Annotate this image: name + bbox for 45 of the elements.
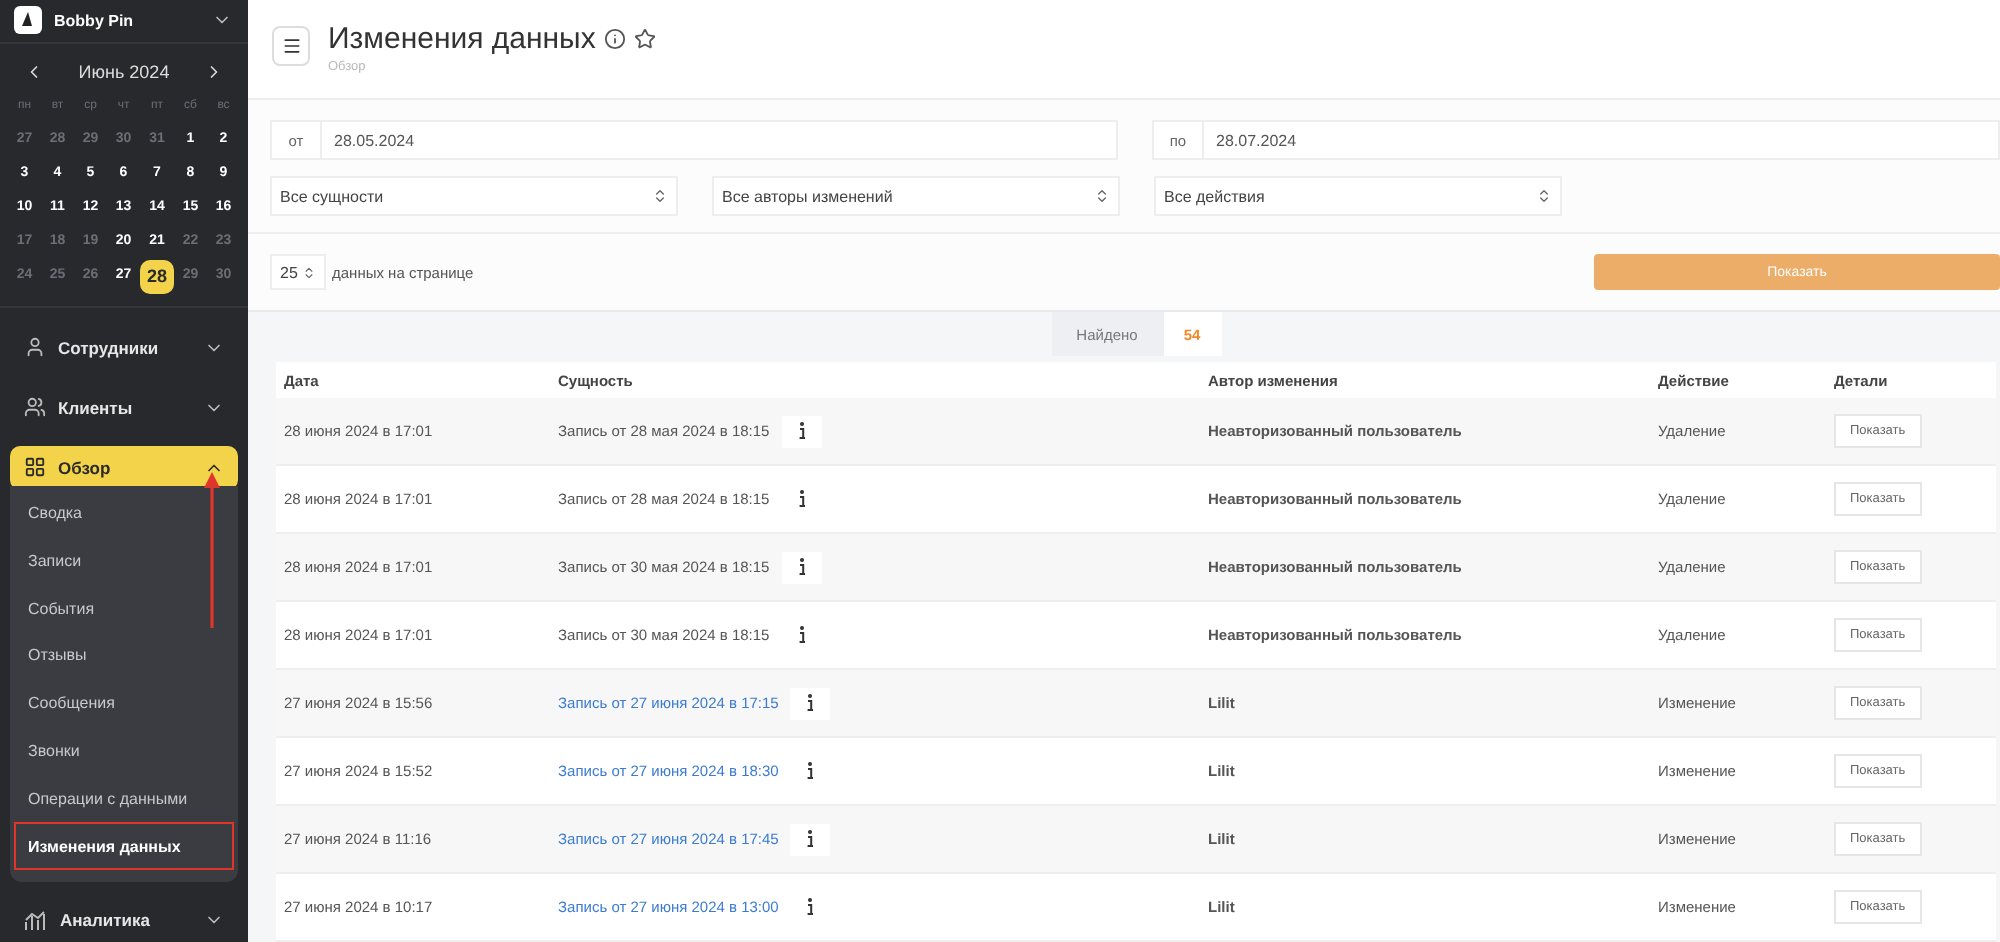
submenu-item[interactable]: Сообщения <box>14 679 234 728</box>
info-icon <box>797 626 806 644</box>
filter-select[interactable]: Все авторы изменений <box>712 176 1120 216</box>
sidebar-item[interactable]: Аналитика <box>10 898 238 942</box>
submenu-item[interactable]: Отзывы <box>14 632 234 680</box>
filter-select[interactable]: Все действия <box>1154 176 1562 216</box>
info-icon <box>797 422 806 440</box>
menu-button[interactable] <box>272 25 310 65</box>
submenu-item[interactable]: Звонки <box>14 727 234 775</box>
per-page-select[interactable]: 25 <box>270 254 326 290</box>
info-icon <box>797 490 806 508</box>
info-button[interactable] <box>790 823 831 855</box>
updown-icon <box>1094 188 1110 204</box>
submenu-item[interactable]: Операции с данными <box>14 774 234 823</box>
logo-icon <box>14 6 42 35</box>
filter-select[interactable]: Все сущности <box>270 176 678 216</box>
star-icon[interactable] <box>633 27 656 49</box>
submenu-item[interactable]: Изменения данных <box>14 822 234 870</box>
sidebar-item[interactable]: Клиенты <box>10 385 238 430</box>
sidebar-item[interactable]: Обзор <box>10 445 238 490</box>
info-icon <box>797 558 806 576</box>
info-icon[interactable] <box>603 27 626 49</box>
updown-icon <box>1536 188 1552 204</box>
account-name: Bobby Pin <box>54 11 136 30</box>
updown-icon <box>652 188 668 204</box>
grid-icon <box>24 456 46 479</box>
info-button[interactable] <box>781 415 822 447</box>
sidebar-item[interactable]: Сотрудники <box>10 325 238 370</box>
submenu-item[interactable]: События <box>14 584 234 633</box>
info-button[interactable] <box>781 551 822 583</box>
user-icon <box>24 336 46 359</box>
users-icon <box>24 396 46 419</box>
info-icon <box>806 898 815 916</box>
submenu-item[interactable]: Записи <box>14 536 234 585</box>
chart-icon <box>24 909 48 931</box>
info-icon <box>806 762 815 780</box>
calendar-day[interactable]: 28 <box>140 259 174 294</box>
updown-icon <box>301 265 316 279</box>
info-button[interactable] <box>790 687 831 719</box>
info-icon <box>806 694 815 712</box>
info-icon <box>806 830 815 848</box>
page-title: Изменения данных <box>328 21 596 55</box>
submenu-item[interactable]: Сводка <box>14 489 234 537</box>
calendar-month: Июнь 2024 <box>78 61 170 82</box>
menu-icon <box>281 35 301 55</box>
